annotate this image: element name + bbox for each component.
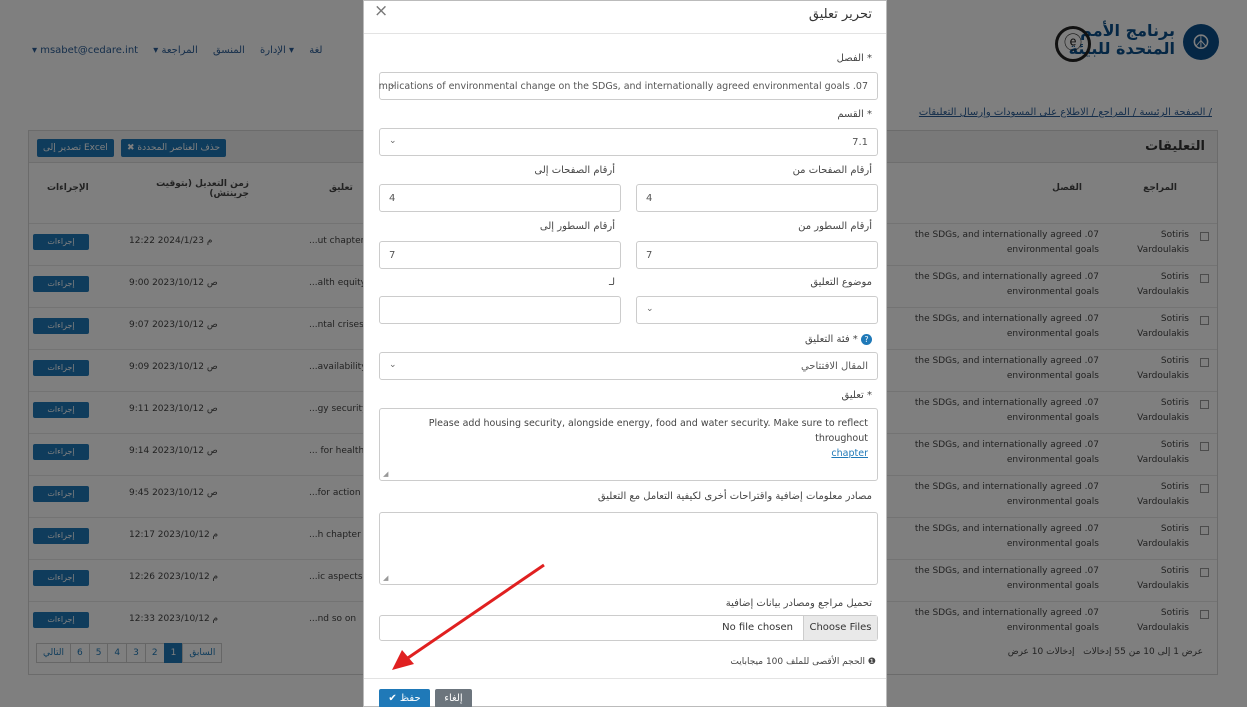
chevron-down-icon: ⌄ xyxy=(389,360,397,370)
category-select[interactable]: ⌄ المقال الافتتاحي xyxy=(379,352,878,380)
section-select[interactable]: ⌄ 7.1 xyxy=(379,128,878,156)
lines-to-label: أرقام السطور إلى xyxy=(539,221,615,232)
comment-textarea[interactable]: Please add housing security, alongside e… xyxy=(379,408,878,481)
info-icon: ❶ xyxy=(867,657,876,667)
resize-grip-icon[interactable]: ◢ xyxy=(383,574,388,582)
to-field[interactable] xyxy=(379,296,621,324)
sources-textarea[interactable]: ◢ xyxy=(379,512,878,585)
resize-grip-icon[interactable]: ◢ xyxy=(383,470,388,478)
upload-label: تحميل مراجع ومصادر بيانات إضافية xyxy=(725,598,872,609)
edit-comment-modal: × تحرير تعليق الفصل * ⌄ mplications of e… xyxy=(363,0,887,707)
pages-to-label: أرقام الصفحات إلى xyxy=(534,165,615,176)
section-label: القسم * xyxy=(837,109,872,120)
help-icon[interactable]: ? xyxy=(861,334,872,345)
topic-label: موضوع التعليق xyxy=(810,277,872,288)
chapter-select[interactable]: ⌄ mplications of environmental change on… xyxy=(379,72,878,100)
lines-from-label: أرقام السطور من xyxy=(798,221,872,232)
cancel-button[interactable]: إلغاء xyxy=(435,689,472,707)
category-label: فئة التعليق * ? xyxy=(805,334,872,345)
chevron-down-icon: ⌄ xyxy=(646,304,654,314)
chapter-label: الفصل * xyxy=(836,53,872,64)
pages-to-field[interactable]: 4 xyxy=(379,184,621,212)
header-divider xyxy=(364,33,886,34)
no-file-text: No file chosen xyxy=(722,622,793,633)
lines-to-field[interactable]: 7 xyxy=(379,241,621,269)
lines-from-field[interactable]: 7 xyxy=(636,241,878,269)
max-size-note: الحجم الأقصى للملف 100 ميجابايت ❶ xyxy=(730,657,876,667)
save-button[interactable]: ✔ حفظ xyxy=(379,689,430,707)
pages-from-field[interactable]: 4 xyxy=(636,184,878,212)
comment-link: chapter xyxy=(831,448,868,459)
footer-divider xyxy=(364,678,886,679)
pages-from-label: أرقام الصفحات من xyxy=(792,165,872,176)
sources-label: مصادر معلومات إضافية واقتراحات أخرى لكيف… xyxy=(597,491,872,502)
file-input[interactable]: Choose Files No file chosen xyxy=(379,615,878,641)
comment-label: تعليق * xyxy=(841,390,872,401)
close-icon[interactable]: × xyxy=(374,1,388,21)
modal-title: تحرير تعليق xyxy=(808,7,872,22)
to-label: لـ xyxy=(609,277,615,288)
choose-files-button[interactable]: Choose Files xyxy=(803,616,877,640)
topic-select[interactable]: ⌄ xyxy=(636,296,878,324)
chevron-down-icon: ⌄ xyxy=(389,136,397,146)
